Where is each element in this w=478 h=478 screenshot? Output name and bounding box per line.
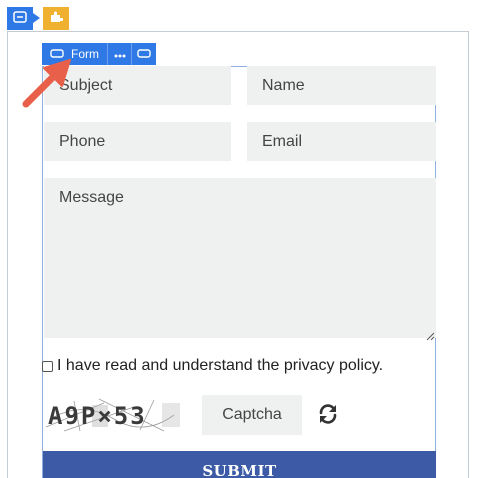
- toolbar-pointer: [33, 13, 40, 23]
- annotation-arrow: [14, 50, 94, 120]
- captcha-input[interactable]: Captcha: [202, 395, 302, 435]
- captcha-image: A9P×53: [44, 397, 184, 433]
- section-icon: [13, 10, 27, 28]
- more-dots-icon: [114, 47, 126, 61]
- captcha-placeholder: Captcha: [222, 406, 282, 423]
- element-toolbar: [7, 7, 69, 30]
- privacy-consent: I have read and understand the privacy p…: [42, 355, 383, 377]
- privacy-label: I have read and understand the privacy p…: [57, 357, 384, 374]
- more-options-button[interactable]: [108, 43, 132, 65]
- submit-button[interactable]: SUBMIT: [43, 451, 436, 478]
- section-select-button[interactable]: [7, 7, 33, 30]
- message-textarea[interactable]: Message: [44, 178, 436, 341]
- refresh-captcha-button[interactable]: [317, 403, 339, 425]
- refresh-icon: [317, 404, 339, 429]
- privacy-checkbox[interactable]: [42, 360, 53, 372]
- widget-select-button[interactable]: [43, 7, 69, 30]
- message-placeholder: Message: [59, 189, 124, 206]
- captcha-text: A9P×53: [48, 402, 147, 430]
- resize-handle-icon[interactable]: [426, 328, 435, 341]
- submit-label: SUBMIT: [202, 462, 277, 478]
- field-icon: [137, 47, 151, 61]
- page-canvas: Form Subject Name Phone Email Message I …: [0, 0, 478, 478]
- phone-placeholder: Phone: [59, 132, 106, 150]
- field-button[interactable]: [132, 43, 156, 65]
- name-input[interactable]: Name: [247, 66, 436, 105]
- email-input[interactable]: Email: [247, 122, 436, 161]
- phone-input[interactable]: Phone: [44, 122, 231, 161]
- email-placeholder: Email: [262, 132, 303, 150]
- name-placeholder: Name: [262, 76, 305, 94]
- puzzle-icon: [50, 10, 63, 28]
